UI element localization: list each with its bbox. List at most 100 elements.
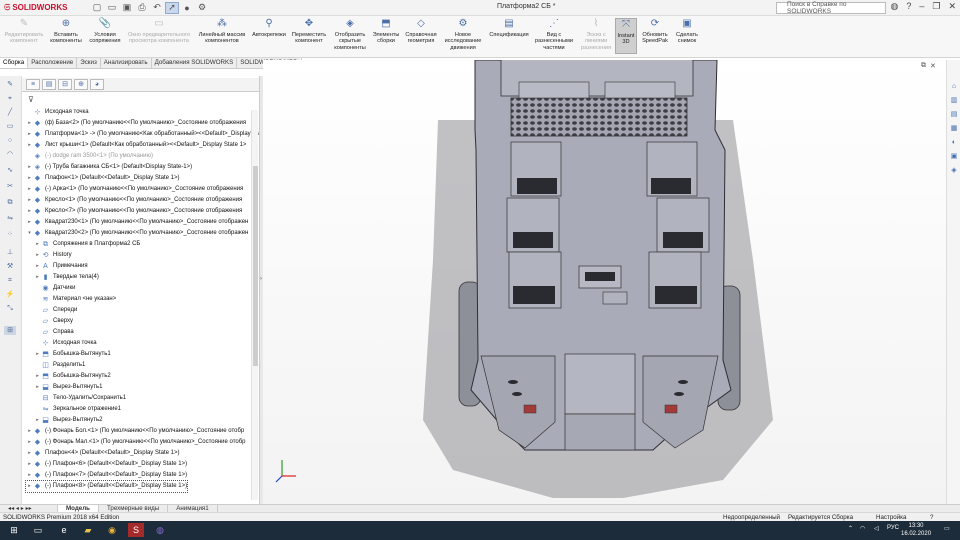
tree-toggle-icon[interactable]: ▸: [26, 470, 33, 481]
tree-item[interactable]: ▸ ⬓ Вырез-Вытянуть2: [34, 415, 102, 426]
dimxpert-tab-icon[interactable]: ⊕: [74, 79, 88, 90]
tree-item[interactable]: ▸ ◆ (-) Плафон<6> (Default<<Default>_Displ…: [26, 459, 187, 470]
tray-wifi-icon[interactable]: ◠: [860, 525, 865, 532]
print-icon[interactable]: ⎙: [135, 2, 149, 14]
tree-item[interactable]: ▸ ◆ (ф) База<2> (По умолчанию<<По умолчани…: [26, 118, 246, 129]
tree-toggle-icon[interactable]: ▸: [26, 459, 33, 470]
tree-toggle-icon[interactable]: ▸: [26, 426, 33, 437]
tree-toggle-icon[interactable]: ▸: [34, 250, 41, 261]
tree-toggle-icon[interactable]: ▸: [26, 184, 33, 195]
help-search-input[interactable]: Поиск в Справке по SOLIDWORKS: [776, 1, 886, 15]
instant-2d-icon[interactable]: ⤡: [4, 304, 16, 313]
display-manager-tab-icon[interactable]: ◕: [90, 79, 104, 90]
smart-fasteners-button[interactable]: ⚲ Автокрепежи: [250, 18, 288, 38]
explode-line-sketch-button[interactable]: ⌇ Эскиз с линиями разнесения: [578, 18, 614, 51]
tree-item[interactable]: ◈ (-) dodge ram 3500<1> (По умолчанию): [26, 151, 153, 162]
component-preview-window-button[interactable]: ▭ Окно предварительного просмотра компоне…: [124, 18, 194, 45]
tree-item[interactable]: ⊟ Тело-Удалить/Сохранить1: [34, 393, 127, 404]
tree-scrollbar-thumb[interactable]: [253, 166, 258, 366]
traffic-light-icon[interactable]: ●: [180, 2, 194, 14]
tree-item[interactable]: ▸ A Примечания: [34, 261, 87, 272]
tree-toggle-icon[interactable]: ▸: [34, 371, 41, 382]
tree-item[interactable]: ▸ ◆ Квадрат230<1> (По умолчанию<<По умолча…: [26, 217, 248, 228]
take-snapshot-button[interactable]: ▣ Сделать снимок: [672, 18, 702, 45]
arc-icon[interactable]: ◠: [4, 150, 16, 159]
tree-toggle-icon[interactable]: ▸: [26, 481, 33, 492]
repair-icon[interactable]: ⚒: [4, 262, 16, 271]
viewport-close-icon[interactable]: ✕: [930, 62, 936, 70]
tree-toggle-icon[interactable]: ▸: [26, 173, 33, 184]
offset-icon[interactable]: ⧉: [4, 198, 16, 207]
reference-geometry-button[interactable]: ◇ Справочная геометрия: [402, 18, 440, 45]
close-icon[interactable]: ✕: [948, 1, 956, 12]
tab-layout[interactable]: Расположение: [28, 58, 78, 68]
solidworks-forum-icon[interactable]: ◈: [949, 166, 959, 176]
tree-item[interactable]: ▸ ⟲ History: [34, 250, 71, 261]
tree-toggle-icon[interactable]: ▸: [26, 437, 33, 448]
user-icon[interactable]: ◍: [890, 1, 898, 12]
tree-toggle-icon[interactable]: ▸: [26, 129, 33, 140]
tree-item[interactable]: ▸ ⬒ Бобышка-Вытянуть1: [34, 349, 111, 360]
tree-item[interactable]: ▱ Сверху: [34, 316, 73, 327]
select-pointer-icon[interactable]: ➚: [165, 1, 179, 14]
solidworks-resources-icon[interactable]: ⌂: [949, 82, 959, 92]
tree-item[interactable]: ▱ Справа: [34, 327, 74, 338]
tray-language[interactable]: РУС: [887, 525, 899, 531]
tree-toggle-icon[interactable]: ▸: [34, 239, 41, 250]
tray-clock[interactable]: 13:30 16.02.2020: [901, 522, 931, 538]
tree-item[interactable]: ⇋ Зеркальное отражение1: [34, 404, 121, 415]
sketch-icon[interactable]: ✎: [4, 80, 16, 89]
viber-icon[interactable]: ◍: [152, 523, 168, 537]
bill-of-materials-button[interactable]: ▤ Спецификация: [486, 18, 532, 38]
open-folder-icon[interactable]: ▭: [105, 2, 119, 14]
viewport-restore-icon[interactable]: ⧉: [921, 62, 926, 70]
tab-assembly[interactable]: Сборка: [0, 58, 29, 68]
tree-item[interactable]: ▸ ▮ Твердые тела(4): [34, 272, 99, 283]
tree-item[interactable]: ◉ Датчики: [34, 283, 75, 294]
line-icon[interactable]: ╱: [4, 108, 16, 117]
move-component-button[interactable]: ✥ Переместить компонент: [288, 18, 330, 45]
start-windows-icon[interactable]: ⊞: [6, 523, 22, 537]
tree-toggle-icon[interactable]: ▸: [34, 382, 41, 393]
notifications-icon[interactable]: ▭: [944, 525, 950, 532]
trim-icon[interactable]: ✂: [4, 182, 16, 191]
smart-dimension-icon[interactable]: ⌖: [4, 94, 16, 103]
tree-toggle-icon[interactable]: ▸: [34, 349, 41, 360]
pattern-icon[interactable]: ⁘: [4, 230, 16, 239]
show-hidden-components-button[interactable]: ◈ Отобразить скрытые компоненты: [330, 18, 370, 51]
insert-components-button[interactable]: ⊕ Вставить компоненты: [46, 18, 86, 45]
quick-snaps-icon[interactable]: ⌗: [4, 276, 16, 285]
restore-icon[interactable]: ❐: [932, 1, 940, 12]
tree-item[interactable]: ▸ ◆ Кресло<7> (По умолчанию<<По умолчанию>…: [26, 206, 242, 217]
view-palette-icon[interactable]: ▦: [949, 124, 959, 134]
tree-toggle-icon[interactable]: ▸: [26, 140, 33, 151]
undo-icon[interactable]: ↶: [150, 2, 164, 14]
exploded-view-button[interactable]: ⋰ Вид с разнесенными частями: [532, 18, 576, 51]
tree-item[interactable]: ▸ ◆ Лист крыши<1> (Default<Как обработанны…: [26, 140, 246, 151]
rectangle-icon[interactable]: ▭: [4, 122, 16, 131]
feature-tree-tab-icon[interactable]: ≡: [26, 79, 40, 90]
tree-toggle-icon[interactable]: ▸: [34, 261, 41, 272]
tray-network-icon[interactable]: ⌃: [848, 525, 853, 532]
appearances-icon[interactable]: ◐: [949, 138, 959, 148]
tree-item[interactable]: ▸ ◆ Платформа<1> -> (По умолчанию<Как обра…: [26, 129, 259, 140]
tree-item[interactable]: ▸ ◆ (-) Плафон<8> (Default<<Default>_Displ…: [24, 480, 189, 493]
circle-icon[interactable]: ○: [4, 136, 16, 145]
task-view-icon[interactable]: ▭: [30, 523, 46, 537]
selection-filter-icon[interactable]: ⊞: [4, 326, 16, 335]
mirror-entities-icon[interactable]: ⇋: [4, 214, 16, 223]
tree-item[interactable]: ⊹ Исходная точка: [26, 107, 89, 118]
tree-item[interactable]: ⊹ Исходная точка: [34, 338, 97, 349]
options-gear-icon[interactable]: ⚙: [195, 2, 209, 14]
custom-properties-icon[interactable]: ▣: [949, 152, 959, 162]
update-speedpak-button[interactable]: ⟳ Обновить SpeedPak: [638, 18, 672, 45]
tree-toggle-icon[interactable]: ▸: [26, 162, 33, 173]
tree-item[interactable]: ▸ ◆ (-) Арка<1> (По умолчанию<<По умолчани…: [26, 184, 243, 195]
linear-component-pattern-button[interactable]: ⁂ Линейный массив компонентов: [194, 18, 250, 45]
minimize-icon[interactable]: –: [919, 1, 924, 12]
save-icon[interactable]: ▣: [120, 2, 134, 14]
tree-toggle-icon[interactable]: ▸: [26, 206, 33, 217]
tab-solidworks-addins[interactable]: Добавления SOLIDWORKS: [152, 58, 238, 68]
instant-3d-button[interactable]: ⤧ Instant 3D: [615, 18, 637, 54]
tree-item[interactable]: ▸ ⧉ Сопряжения в Платформа2 СБ: [34, 239, 140, 250]
